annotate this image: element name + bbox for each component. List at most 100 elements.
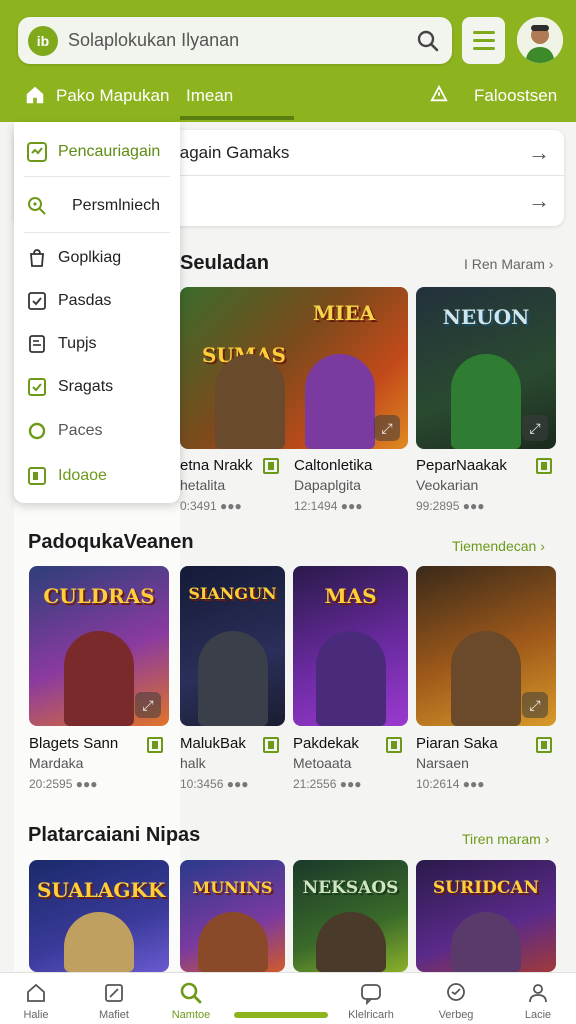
fullscreen-icon[interactable]: ⤢ (374, 415, 400, 441)
dropdown-item-label: Sragats (58, 378, 114, 395)
divider (24, 232, 170, 233)
fullscreen-icon[interactable]: ⤢ (522, 415, 548, 441)
bookmark-icon[interactable] (536, 458, 552, 474)
game-title[interactable]: Pakdekak (293, 735, 359, 752)
game-card[interactable]: NEKSAOS (293, 860, 408, 972)
active-indicator (234, 1012, 328, 1018)
game-character (451, 912, 521, 972)
dropdown-item-label: Persmlniech (72, 197, 161, 214)
dropdown-item[interactable]: Pasdas (14, 281, 180, 321)
game-character (451, 631, 521, 726)
game-title[interactable]: Caltonletika (294, 457, 372, 474)
dropdown-item-label: Tupjs (58, 335, 97, 352)
search-input[interactable]: Solaplokukan Ilyanan (68, 30, 416, 51)
game-title[interactable]: PeparNaakak (416, 457, 507, 474)
edit-icon (105, 984, 123, 1002)
nav-home-label[interactable]: Pako Mapukan (56, 86, 169, 106)
game-character (197, 631, 268, 726)
bottom-nav-mafiet[interactable]: Mafiet (78, 973, 150, 1024)
bottom-nav-label: Verbeg (438, 1009, 474, 1021)
tab-indicator (180, 116, 294, 120)
fullscreen-icon[interactable]: ⤢ (135, 692, 161, 718)
game-card[interactable]: MAS (293, 566, 408, 726)
dropdown-item-label: Pencauriagain (58, 143, 161, 160)
home-icon (27, 983, 45, 1002)
game-title[interactable]: Blagets Sann (29, 735, 118, 752)
bookmark-icon[interactable] (536, 737, 552, 753)
game-subtitle: halk (180, 755, 206, 771)
game-art-title: MAS (324, 584, 377, 608)
game-character (64, 912, 134, 972)
document-icon (29, 335, 45, 353)
game-card[interactable]: SIANGUN (180, 566, 285, 726)
game-subtitle: Mardaka (29, 755, 84, 771)
sub-navigation: Pako Mapukan Imean Faloostsen (0, 76, 576, 120)
dropdown-item[interactable]: Idoaoe (14, 456, 180, 496)
game-art-title: NEUON (442, 305, 530, 329)
see-all-link[interactable]: I Ren Maram › (464, 256, 553, 272)
book-icon (28, 467, 46, 485)
game-card[interactable]: SUMAS MIEA ⤢ (180, 287, 408, 449)
game-art-title: CULDRAS (43, 584, 155, 608)
game-subtitle: Dapaplgita (294, 477, 361, 493)
game-card[interactable]: MUNINS (180, 860, 285, 972)
game-title[interactable]: Piaran Saka (416, 735, 498, 752)
dropdown-item-label: Paces (58, 422, 103, 439)
game-card[interactable]: CULDRAS ⤢ (29, 566, 169, 726)
dropdown-item[interactable]: Pencauriagain (14, 132, 180, 172)
bottom-nav-home[interactable]: Halie (0, 973, 72, 1024)
menu-line-icon (472, 31, 495, 34)
game-art-title: NEKSAOS (302, 878, 399, 898)
dropdown-item[interactable]: Goplkiag (14, 238, 180, 278)
bottom-nav-verbeg[interactable]: Verbeg (420, 973, 492, 1024)
nav-right-link[interactable]: Faloostsen (474, 86, 557, 106)
category-dropdown: Pencauriagain Persmlniech Goplkiag Pasda… (14, 122, 180, 503)
dropdown-item[interactable]: Persmlniech (14, 186, 180, 226)
section-title: Platarcaiani Nipas (28, 824, 201, 846)
game-character (315, 912, 386, 972)
game-card[interactable]: SURIDCAN (416, 860, 556, 972)
bottom-nav-profile[interactable]: Lacie (502, 973, 574, 1024)
bottom-nav-label: Halie (23, 1009, 49, 1021)
search-icon[interactable] (416, 29, 440, 53)
game-card[interactable]: ⤢ (416, 566, 556, 726)
arrow-right-icon: → (528, 139, 550, 165)
game-subtitle: Metoaata (293, 755, 352, 771)
bookmark-icon[interactable] (386, 737, 402, 753)
avatar[interactable] (517, 17, 563, 63)
see-all-link[interactable]: Tiemendecan › (452, 538, 545, 554)
menu-line-icon (472, 39, 495, 42)
arrow-right-icon: → (528, 188, 550, 213)
game-character (305, 354, 375, 449)
dropdown-item[interactable]: Sragats (14, 367, 180, 407)
bookmark-icon[interactable] (263, 737, 279, 753)
bottom-nav-klelricarh[interactable]: Klelricarh (335, 973, 407, 1024)
game-card[interactable]: SUALAGKK (29, 860, 169, 972)
game-character (315, 631, 386, 726)
bottom-nav-search[interactable]: Namtoe (155, 973, 227, 1024)
game-title[interactable]: MalukBak (180, 735, 246, 752)
tab-imean[interactable]: Imean (186, 86, 233, 106)
game-meta: 21:2556 ●●● (293, 777, 362, 791)
game-character (197, 912, 268, 972)
bottom-nav-label: Klelricarh (348, 1009, 394, 1021)
alert-icon[interactable] (430, 85, 448, 103)
game-title[interactable]: etna Nrakk (180, 457, 253, 474)
app-logo: ib (28, 25, 58, 56)
bookmark-icon[interactable] (263, 458, 279, 474)
see-all-link[interactable]: Tiren maram › (462, 831, 549, 847)
game-art-title: MUNINS (192, 878, 273, 897)
game-subtitle: Narsaen (416, 755, 469, 771)
game-character (215, 354, 285, 449)
fullscreen-icon[interactable]: ⤢ (522, 692, 548, 718)
game-meta: 10:3456 ●●● (180, 777, 249, 791)
dropdown-item[interactable]: Paces (14, 411, 180, 451)
game-character (64, 631, 134, 726)
home-icon[interactable] (24, 84, 46, 106)
bookmark-icon[interactable] (147, 737, 163, 753)
game-card[interactable]: NEUON ⤢ (416, 287, 556, 449)
dropdown-item[interactable]: Tupjs (14, 324, 180, 364)
menu-button[interactable] (462, 17, 505, 64)
search-bar[interactable]: ib Solaplokukan Ilyanan (18, 17, 452, 64)
avatar-icon (517, 17, 563, 63)
